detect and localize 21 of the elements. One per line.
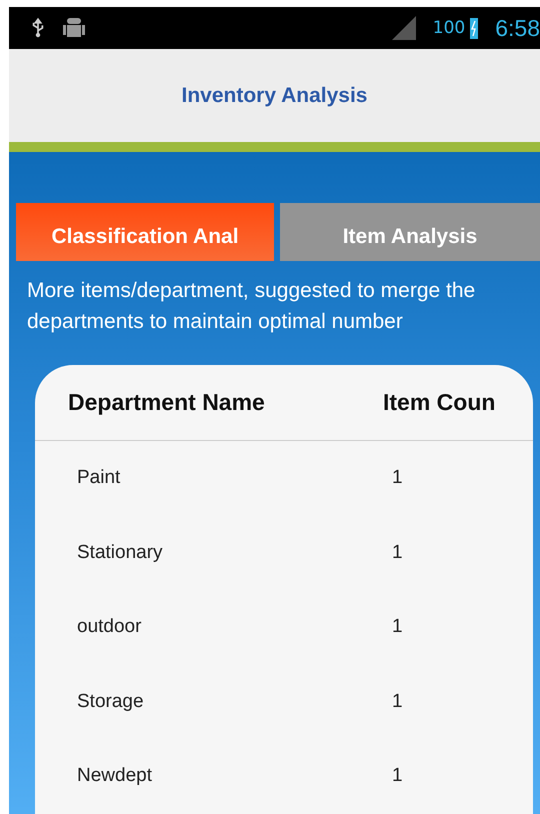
table-cell-text: Stationary — [77, 542, 164, 564]
table-cell: 1 — [392, 467, 403, 490]
column-header: Department Name — [68, 389, 266, 416]
tab[interactable]: Classification Anal — [16, 203, 274, 261]
table-cell-text: Storage — [77, 690, 145, 713]
table-cell: 1 — [392, 690, 403, 713]
usb-icon — [31, 17, 45, 39]
table-cell: 1 — [392, 765, 403, 788]
table-cell: 1 — [392, 542, 403, 564]
table-cell: 1 — [392, 616, 403, 638]
column-header: Item Coun — [383, 389, 496, 416]
battery-charging-icon — [469, 16, 480, 40]
table-cell-text: Newdept — [77, 765, 153, 788]
table-cell-text: Paint — [77, 467, 122, 490]
message-text: More items/department, suggested to merge the departments to maintain optimal number — [27, 278, 476, 335]
table-cell-text: outdoor — [77, 616, 142, 638]
signal-icon — [390, 15, 417, 41]
tab[interactable]: Item Analysis — [280, 203, 540, 261]
app-title: Inventory Analysis — [182, 84, 368, 108]
clock-time: 6:58 — [495, 14, 540, 42]
battery-level-text: 100 — [432, 18, 466, 38]
